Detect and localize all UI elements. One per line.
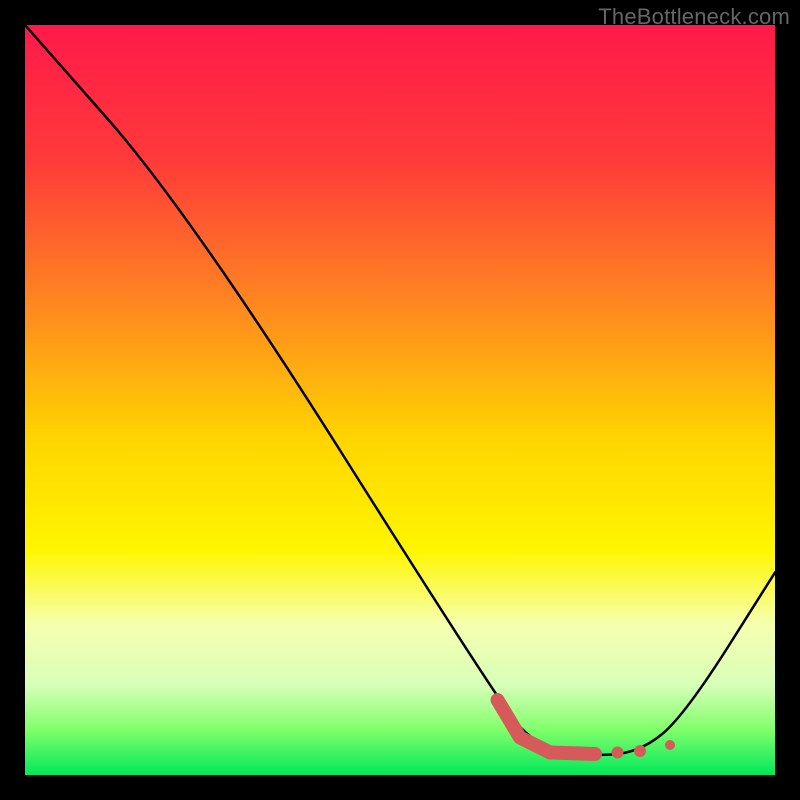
- highlight-dot: [665, 740, 675, 750]
- highlight-dot: [634, 745, 646, 757]
- bottleneck-chart: [25, 25, 775, 775]
- highlight-dot: [612, 747, 624, 759]
- gradient-background: [25, 25, 775, 775]
- chart-frame: [25, 25, 775, 775]
- watermark-text: TheBottleneck.com: [598, 4, 790, 30]
